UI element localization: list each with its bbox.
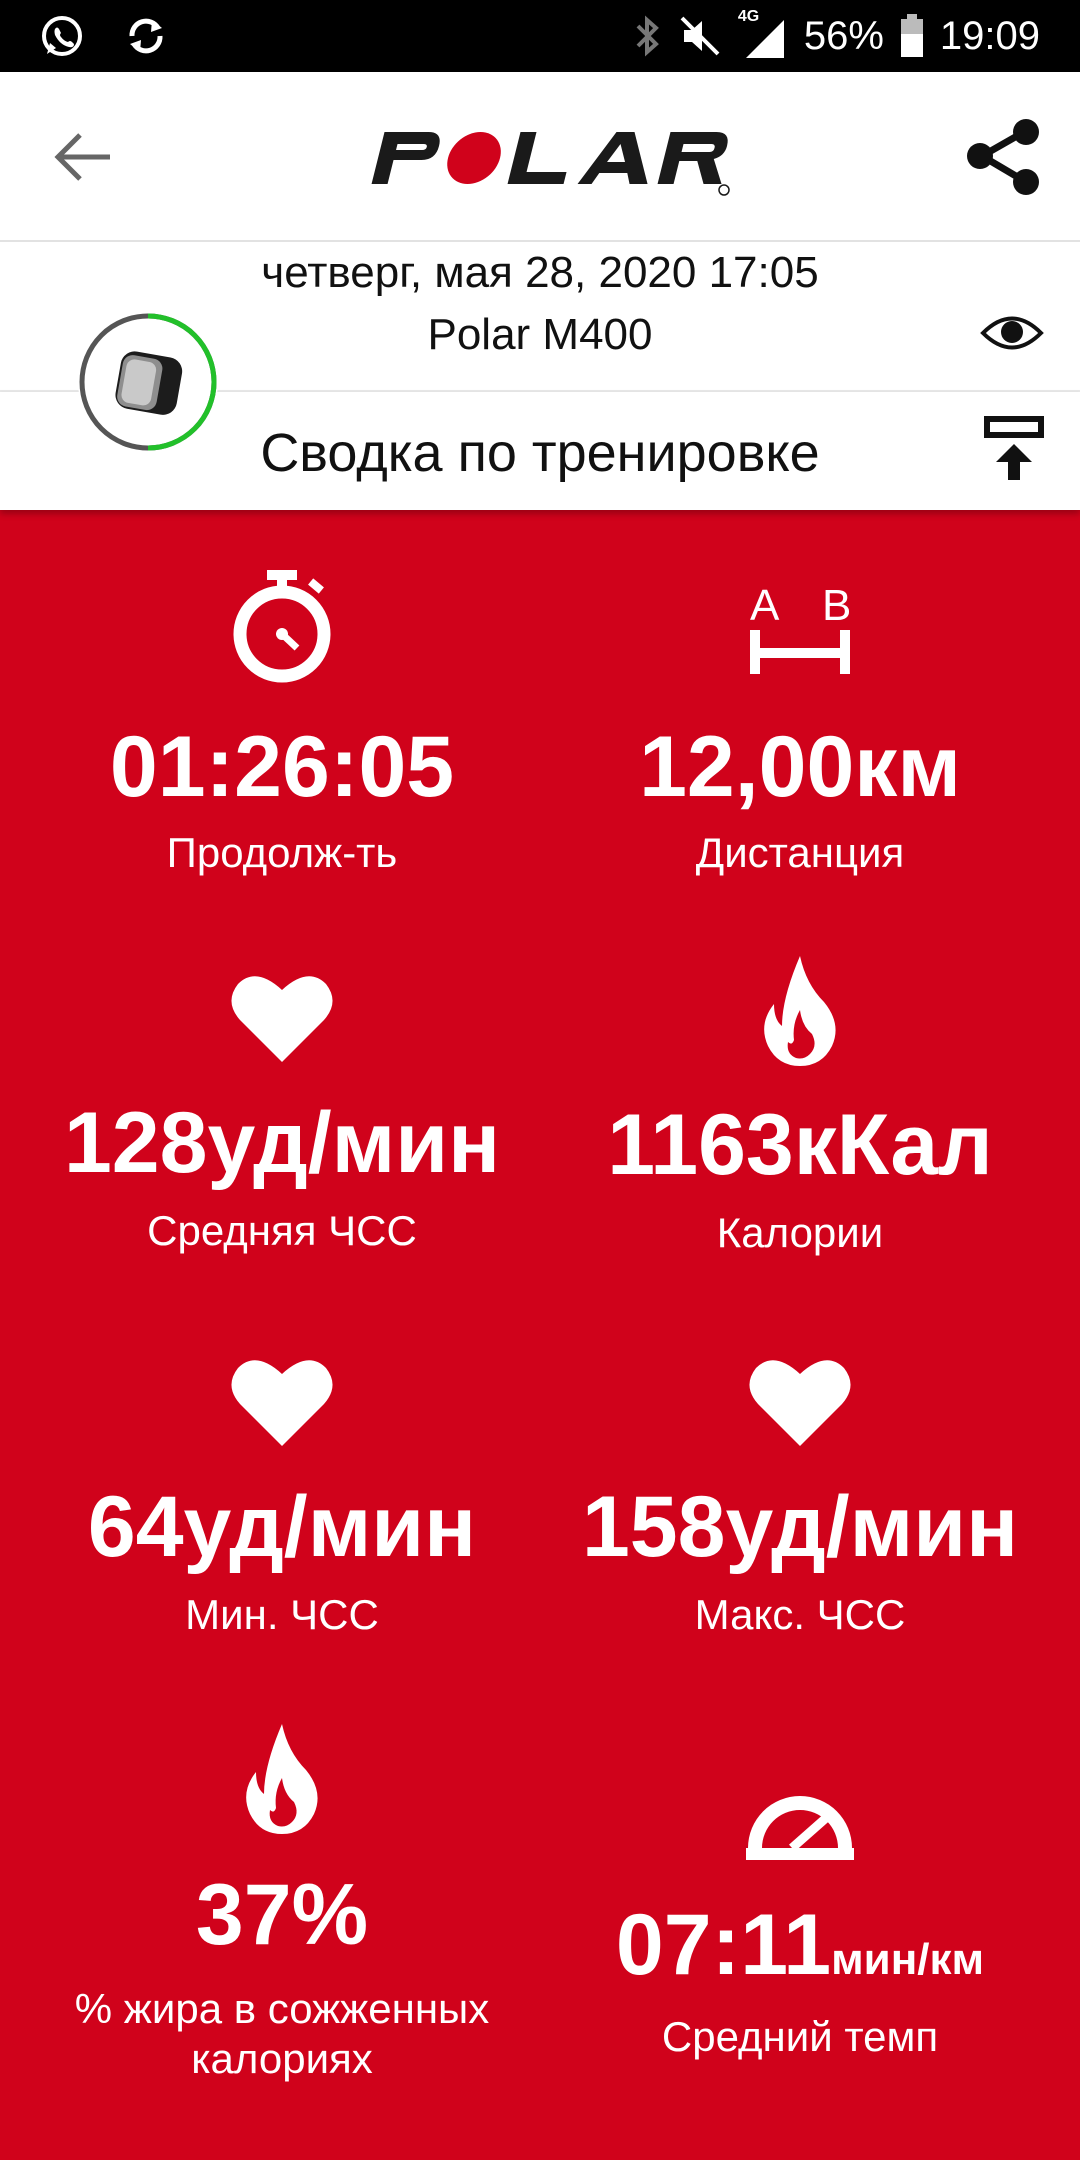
heart-icon <box>231 1360 333 1446</box>
fat-burn-label-line2: калориях <box>191 2035 373 2082</box>
stat-avg-hr: 128уд/мин Средняя ЧСС <box>22 970 542 1256</box>
avg-hr-value: 128уд/мин <box>63 1095 501 1191</box>
stats-grid: 01:26:05 Продолж-ть A B 12,00км Дистанци… <box>0 510 1080 2160</box>
min-hr-value: 64уд/мин <box>87 1479 477 1575</box>
distance-label: Дистанция <box>695 829 905 876</box>
mute-icon <box>680 16 720 56</box>
distance-value: 12,00км <box>639 719 961 815</box>
heart-icon <box>749 1360 851 1446</box>
stat-distance: A B 12,00км Дистанция <box>540 576 1060 878</box>
svg-text:A: A <box>750 581 780 630</box>
export-icon[interactable] <box>982 414 1046 482</box>
stat-max-hr: 158уд/мин Макс. ЧСС <box>540 1354 1060 1640</box>
calories-value: 1163кКал <box>607 1097 993 1193</box>
arrow-left-icon[interactable] <box>48 122 118 192</box>
stat-fat-burn: 37% % жира в сожженных калориях <box>22 1722 542 2084</box>
device-avatar <box>78 312 218 452</box>
share-icon[interactable] <box>960 112 1050 202</box>
duration-label: Продолж-ть <box>166 829 398 876</box>
min-hr-label: Мин. ЧСС <box>185 1591 379 1638</box>
max-hr-value: 158уд/мин <box>581 1479 1019 1575</box>
app-bar <box>0 72 1080 242</box>
max-hr-label: Макс. ЧСС <box>694 1591 906 1638</box>
stat-min-hr: 64уд/мин Мин. ЧСС <box>22 1354 542 1640</box>
battery-icon <box>900 14 923 57</box>
battery-percent: 56% <box>803 13 884 58</box>
fat-burn-label-line1: % жира в сожженных <box>74 1985 490 2032</box>
status-bar: 4G 56% 19:09 <box>0 0 1080 72</box>
session-date: четверг, мая 28, 2020 17:05 <box>261 248 819 297</box>
stat-calories: 1163кКал Калории <box>540 954 1060 1258</box>
whatsapp-icon <box>42 16 82 56</box>
flame-icon <box>764 956 836 1066</box>
stat-avg-pace: 07:11мин/км Средний темп <box>540 1786 1060 2062</box>
distance-ab-icon: A B <box>750 581 851 674</box>
duration-value: 01:26:05 <box>109 719 455 815</box>
avg-hr-label: Средняя ЧСС <box>147 1207 417 1254</box>
pace-label: Средний темп <box>661 2013 939 2060</box>
eye-icon[interactable] <box>980 310 1044 356</box>
speedometer-icon <box>746 1796 854 1860</box>
status-left <box>38 12 168 60</box>
pace-value-wrap: 07:11мин/км <box>540 1902 1060 1988</box>
flame-icon <box>246 1724 318 1834</box>
clock: 19:09 <box>939 13 1040 58</box>
polar-logo <box>358 118 734 198</box>
sync-icon <box>129 18 163 54</box>
stopwatch-icon <box>233 570 331 683</box>
svg-text:B: B <box>822 581 851 630</box>
status-right: 4G 56% 19:09 <box>632 8 1040 62</box>
bluetooth-icon <box>636 15 659 57</box>
pace-value: 07:11 <box>615 1897 832 1993</box>
stat-duration: 01:26:05 Продолж-ть <box>22 568 542 878</box>
pace-unit: мин/км <box>831 1935 985 1984</box>
heart-icon <box>231 976 333 1062</box>
calories-label: Калории <box>716 1209 884 1256</box>
signal-icon: 4G <box>738 8 788 60</box>
fat-burn-value: 37% <box>195 1867 369 1963</box>
